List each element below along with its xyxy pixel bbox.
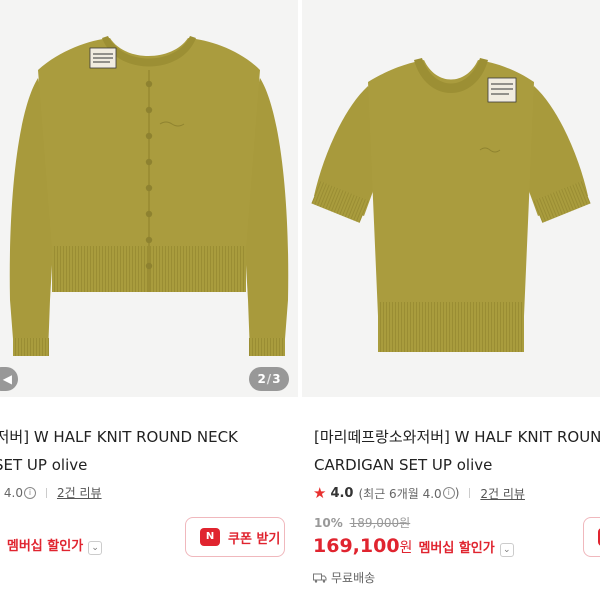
product-image-cardigan[interactable] bbox=[0, 0, 298, 397]
coupon-button[interactable]: N 쿠폰 받기 bbox=[185, 517, 285, 557]
product-card-cardigan[interactable]: ◀ 2/3 소와저버] W HALF KNIT ROUND NECK SET U… bbox=[0, 0, 298, 600]
price-currency: 원 bbox=[399, 540, 413, 556]
rating-row: ★ 4.0 (최근 6개월 4.0 i ) 2건 리뷰 bbox=[313, 484, 525, 502]
shipping-label: 무료배송 bbox=[331, 571, 376, 585]
info-icon[interactable]: i bbox=[23, 486, 36, 499]
separator bbox=[45, 487, 47, 498]
price-row: 원 멤버십 할인가 ⌄ bbox=[0, 535, 103, 555]
naver-n-icon: N bbox=[200, 528, 220, 546]
product-title-line2[interactable]: CARDIGAN SET UP olive bbox=[314, 451, 492, 479]
product-title-line1[interactable]: 소와저버] W HALF KNIT ROUND NECK bbox=[0, 423, 238, 451]
star-icon: ★ bbox=[313, 484, 327, 502]
rating-text: (최근 6개월 4.0 bbox=[358, 486, 442, 501]
product-image-short-sleeve[interactable] bbox=[302, 0, 600, 397]
rating-text: 개월 4.0 bbox=[0, 486, 23, 500]
member-price-label[interactable]: 멤버십 할인가 bbox=[418, 537, 494, 556]
rating-score: 4.0 bbox=[330, 485, 354, 501]
rating-close: ) bbox=[454, 486, 460, 500]
short-sleeve-knit-illustration bbox=[311, 58, 591, 352]
product-title-line2[interactable]: SET UP olive bbox=[0, 451, 87, 479]
separator bbox=[469, 488, 471, 498]
info-icon[interactable]: i bbox=[442, 487, 455, 499]
discount-percent: 10% bbox=[314, 516, 343, 530]
rating-row: 개월 4.0 i 2건 리뷰 bbox=[0, 484, 102, 501]
coupon-label: 쿠폰 받기 bbox=[228, 531, 281, 547]
chevron-down-icon[interactable]: ⌄ bbox=[88, 541, 103, 555]
product-card-short-sleeve[interactable]: [마리떼프랑소와저버] W HALF KNIT ROUN CARDIGAN SE… bbox=[302, 0, 600, 600]
chevron-down-icon[interactable]: ⌄ bbox=[499, 543, 514, 557]
shipping-row: 무료배송 bbox=[313, 569, 375, 586]
cardigan-illustration bbox=[9, 36, 289, 356]
product-title-line1[interactable]: [마리떼프랑소와저버] W HALF KNIT ROUN bbox=[314, 423, 600, 451]
image-counter: 2/3 bbox=[249, 367, 289, 391]
price-currency: 원 bbox=[0, 535, 1, 555]
reviews-link[interactable]: 2건 리뷰 bbox=[480, 485, 525, 502]
reviews-link[interactable]: 2건 리뷰 bbox=[57, 484, 102, 501]
original-price: 189,000원 bbox=[349, 516, 411, 530]
truck-icon bbox=[313, 573, 327, 583]
coupon-button[interactable] bbox=[583, 517, 600, 557]
price-row: 169,100 원 멤버십 할인가 ⌄ bbox=[313, 535, 514, 557]
member-price-label[interactable]: 멤버십 할인가 bbox=[7, 535, 83, 554]
discount-row: 10% 189,000원 bbox=[314, 514, 410, 531]
sale-price: 169,100 bbox=[313, 535, 400, 557]
